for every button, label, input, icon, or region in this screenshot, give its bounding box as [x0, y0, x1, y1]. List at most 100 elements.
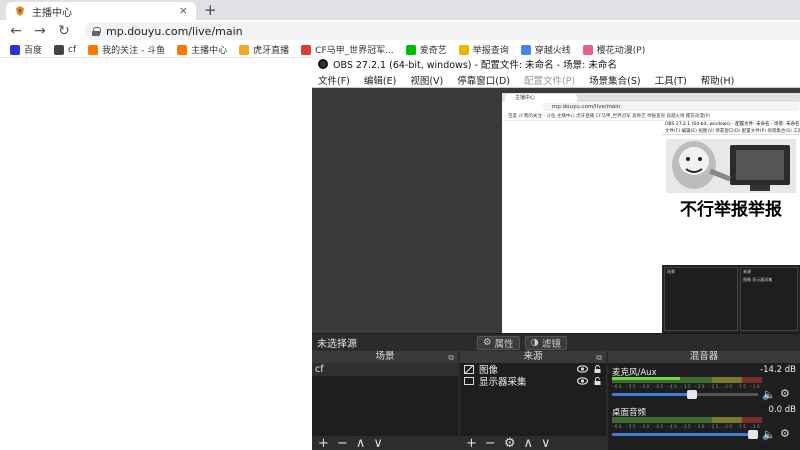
obs-menu-item[interactable]: 工具(T): [655, 73, 687, 87]
monitor-icon: [464, 377, 474, 385]
nested-tab: 主播中心: [505, 94, 577, 102]
nested-sources-label: 来源: [743, 269, 751, 274]
filters-button[interactable]: ◑ 滤镜: [524, 335, 567, 350]
filters-label: 滤镜: [541, 338, 561, 350]
obs-window: OBS 27.2.1 (64-bit, windows) - 配置文件: 未命名…: [312, 56, 800, 450]
bookmark-label: 我的关注 - 斗鱼: [102, 46, 166, 56]
obs-menu-item[interactable]: 编辑(E): [364, 73, 396, 87]
obs-menu-item[interactable]: 停靠窗口(D): [457, 73, 510, 87]
baidu-icon: [10, 44, 20, 55]
browser-tab[interactable]: 主播中心 ×: [6, 2, 196, 20]
volume-slider[interactable]: [612, 390, 758, 399]
tab-title: 主播中心: [32, 7, 72, 19]
bookmark-label: cf: [68, 44, 77, 55]
douyu-favicon-icon: [16, 6, 24, 16]
obs-logo-icon: [318, 59, 328, 69]
bookmark-label: 百度: [24, 46, 43, 56]
move-down-button[interactable]: ∨: [541, 436, 551, 450]
browser-tab-strip: 主播中心 × +: [0, 0, 800, 20]
sources-footer: + − ⚙ ∧ ∨: [460, 436, 606, 450]
obs-menu-item[interactable]: 配置文件(P): [524, 73, 575, 87]
bookmark-label: 举报查询: [472, 46, 509, 56]
remove-scene-button[interactable]: −: [337, 436, 348, 450]
obs-preview-canvas[interactable]: 主播中心 mp.douyu.com/live/main 百度 cf 我的关注 -…: [502, 93, 800, 333]
sources-list: 图像 显示器采集: [460, 363, 606, 436]
bookmark-item[interactable]: 虎牙直播: [239, 43, 289, 56]
bookmark-item[interactable]: 百度: [10, 43, 42, 56]
properties-button[interactable]: ⚙ 属性: [477, 335, 520, 350]
lock-icon[interactable]: [594, 377, 601, 388]
obs-menu-item[interactable]: 文件(F): [318, 73, 350, 87]
speaker-icon[interactable]: 🔈: [762, 428, 776, 441]
gear-icon[interactable]: ⚙: [780, 387, 790, 400]
reload-button[interactable]: ↻: [52, 23, 76, 39]
nested-source-items: 图像 显示器采集: [743, 277, 773, 282]
obs-menu-item[interactable]: 场景集合(S): [589, 73, 640, 87]
forward-button[interactable]: →: [28, 23, 52, 39]
bookmark-label: 樱花动漫(P): [596, 46, 646, 56]
douyu-icon: [88, 44, 99, 55]
mixer-header: 混音器: [608, 351, 800, 363]
nested-obs-preview: 不行举报举报: [662, 135, 800, 265]
bookmark-item[interactable]: cf: [54, 44, 77, 55]
meter-ticks: -60 -55 -50 -45 -40 -35 -30 -25 -20 -15 …: [612, 424, 762, 429]
bookmark-item[interactable]: 我的关注 - 斗鱼: [88, 43, 165, 56]
source-toolbar: 未选择源 ⚙ 属性 ◑ 滤镜: [312, 333, 800, 351]
lock-icon[interactable]: [92, 26, 101, 36]
address-bar[interactable]: mp.douyu.com/live/main: [84, 22, 800, 40]
obs-menu-item[interactable]: 视图(V): [410, 73, 443, 87]
bookmark-item[interactable]: 举报查询: [458, 43, 509, 56]
properties-label: 属性: [494, 338, 514, 350]
tab-close-icon[interactable]: ×: [179, 4, 188, 17]
nested-scenes-label: 场景: [667, 269, 675, 274]
nested-tab-strip: 主播中心: [502, 93, 800, 102]
mixer-title: 混音器: [689, 351, 719, 362]
add-scene-button[interactable]: +: [318, 436, 329, 450]
obs-menu-item[interactable]: 帮助(H): [701, 73, 735, 87]
bookmark-item[interactable]: 主播中心: [177, 43, 227, 56]
address-url[interactable]: mp.douyu.com/live/main: [106, 25, 243, 38]
speaker-icon[interactable]: 🔈: [762, 388, 776, 401]
move-up-button[interactable]: ∧: [523, 436, 533, 450]
move-up-button[interactable]: ∧: [356, 436, 366, 450]
channel-db: -14.2 dB: [760, 365, 796, 375]
new-tab-button[interactable]: +: [204, 1, 217, 19]
scene-item[interactable]: cf: [312, 363, 458, 376]
nested-url: mp.douyu.com/live/main: [552, 104, 621, 110]
gear-icon[interactable]: ⚙: [780, 427, 790, 440]
obs-titlebar: OBS 27.2.1 (64-bit, windows) - 配置文件: 未命名…: [312, 56, 800, 72]
source-settings-button[interactable]: ⚙: [504, 436, 516, 450]
nested-obs-docks: 场景 来源 图像 显示器采集: [662, 265, 800, 333]
obs-title: OBS 27.2.1 (64-bit, windows) - 配置文件: 未命名…: [333, 60, 617, 71]
sakura-icon: [582, 44, 593, 55]
huya-icon: [239, 44, 250, 55]
volume-meter: [612, 377, 762, 383]
add-source-button[interactable]: +: [466, 436, 477, 450]
meme-caption: 不行举报举报: [680, 200, 782, 220]
obs-menubar: 文件(F) 编辑(E) 视图(V) 停靠窗口(D) 配置文件(P) 场景集合(S) 工具(T…: [312, 72, 800, 88]
bookmark-item[interactable]: CF马甲_世界冠军...: [301, 43, 394, 56]
move-down-button[interactable]: ∨: [373, 436, 383, 450]
bookmark-item[interactable]: 樱花动漫(P): [582, 43, 646, 56]
nested-obs-window: OBS 27.2.1 (64-bit, windows) - 配置文件: 未命名…: [662, 121, 800, 333]
remove-source-button[interactable]: −: [485, 436, 496, 450]
sources-title: 来源: [523, 351, 543, 362]
meter-ticks: -60 -55 -50 -45 -40 -35 -30 -25 -20 -15 …: [612, 384, 762, 389]
cf-icon: [54, 44, 65, 55]
source-label: 显示器采集: [479, 377, 527, 388]
bookmark-item[interactable]: 穿越火线: [520, 43, 571, 56]
volume-slider[interactable]: [612, 430, 758, 439]
meme-image: [666, 139, 796, 193]
cf-red-icon: [301, 44, 312, 55]
nested-address-bar: mp.douyu.com/live/main: [502, 102, 800, 112]
source-item-monitor[interactable]: 显示器采集: [460, 375, 606, 388]
visibility-eye-icon[interactable]: [576, 377, 589, 388]
no-source-label: 未选择源: [317, 339, 357, 350]
bookmark-label: 穿越火线: [534, 46, 571, 56]
obs-preview-area[interactable]: 主播中心 mp.douyu.com/live/main 百度 cf 我的关注 -…: [312, 88, 800, 333]
bookmark-item[interactable]: 爱奇艺: [405, 43, 447, 56]
scenes-title: 场景: [375, 351, 395, 362]
bookmark-label: 爱奇艺: [419, 46, 447, 56]
sources-dock: 来源 ⧉ 图像 显示器采集 + − ⚙ ∧ ∨: [460, 351, 606, 450]
back-button[interactable]: ←: [4, 23, 28, 39]
